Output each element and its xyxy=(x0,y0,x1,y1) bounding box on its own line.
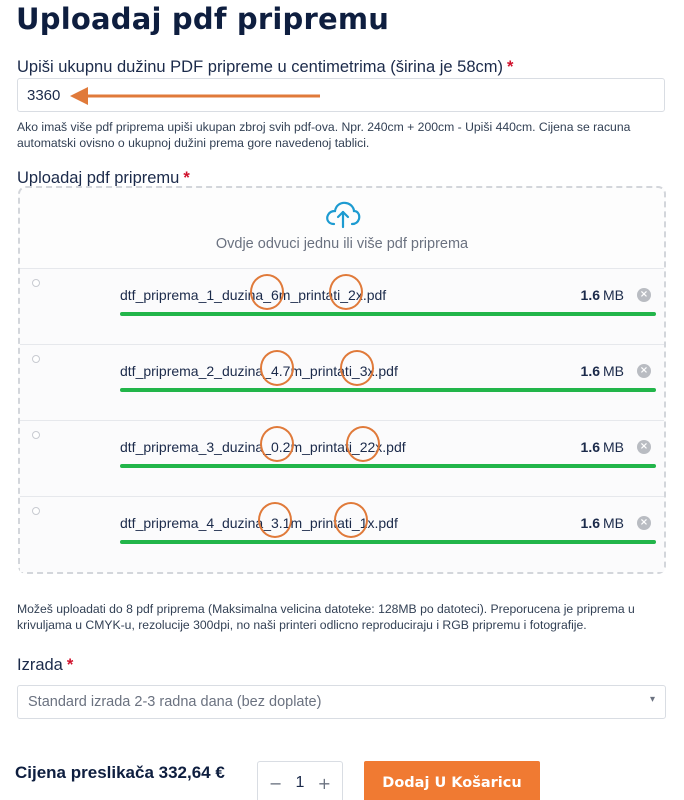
file-select-dot[interactable] xyxy=(32,507,40,515)
required-mark: * xyxy=(66,656,74,674)
file-size-unit: MB xyxy=(603,439,624,455)
upload-progress-fill xyxy=(120,388,656,392)
file-item: dtf_priprema_3_duzina_0.2m_printati_22x.… xyxy=(20,420,664,496)
upload-progress-bar xyxy=(120,464,656,468)
file-name: dtf_priprema_1_duzina_6m_printati_2x.pdf xyxy=(120,287,387,303)
pdf-dropzone[interactable]: Ovdje odvuci jednu ili više pdf priprema… xyxy=(18,186,666,574)
file-size-unit: MB xyxy=(603,515,624,531)
file-size-value: 1.6 xyxy=(580,363,600,379)
file-size-value: 1.6 xyxy=(580,439,600,455)
file-select-dot[interactable] xyxy=(32,355,40,363)
required-mark: * xyxy=(507,58,514,76)
upload-help-text: Možeš uploadati do 8 pdf priprema (Maksi… xyxy=(17,602,635,632)
upload-progress-fill xyxy=(120,464,656,468)
file-item: dtf_priprema_4_duzina_3.1m_printati_1x.p… xyxy=(20,496,664,572)
upload-field-label-text: Uploadaj pdf pripremu xyxy=(17,169,180,187)
file-name: dtf_priprema_2_duzina_4.7m_printati_3x.p… xyxy=(120,363,398,379)
file-item: dtf_priprema_2_duzina_4.7m_printati_3x.p… xyxy=(20,344,664,420)
production-select-value: Standard izrada 2-3 radna dana (bez dopl… xyxy=(28,694,322,710)
page-title: Uploadaj pdf pripremu xyxy=(16,2,390,36)
file-name: dtf_priprema_4_duzina_3.1m_printati_1x.p… xyxy=(120,515,398,531)
file-size: 1.6 MB xyxy=(581,287,624,303)
chevron-down-icon: ▾ xyxy=(649,694,655,705)
price-text: Cijena preslikača 332,64 € xyxy=(15,763,225,782)
upload-progress-fill xyxy=(120,312,656,316)
upload-progress-bar xyxy=(120,388,656,392)
add-to-cart-button[interactable]: Dodaj U Košaricu xyxy=(364,761,540,800)
file-size-unit: MB xyxy=(603,287,624,303)
file-size: 1.6 MB xyxy=(581,439,624,455)
remove-file-icon[interactable]: × xyxy=(637,364,651,378)
file-size-value: 1.6 xyxy=(580,287,600,303)
file-size-unit: MB xyxy=(603,363,624,379)
qty-increase-button[interactable]: + xyxy=(318,774,331,793)
length-field-label-text: Upiši ukupnu dužinu PDF pripreme u centi… xyxy=(17,58,504,76)
production-field-label-text: Izrada xyxy=(17,656,63,674)
upload-progress-fill xyxy=(120,540,656,544)
file-name: dtf_priprema_3_duzina_0.2m_printati_22x.… xyxy=(120,439,406,455)
upload-progress-bar xyxy=(120,540,656,544)
file-size: 1.6 MB xyxy=(581,363,624,379)
annotation-arrow-icon xyxy=(70,87,320,105)
file-item: dtf_priprema_1_duzina_6m_printati_2x.pdf… xyxy=(20,268,664,344)
file-size: 1.6 MB xyxy=(581,515,624,531)
file-select-dot[interactable] xyxy=(32,431,40,439)
upload-progress-bar xyxy=(120,312,656,316)
required-mark: * xyxy=(183,169,190,187)
length-field-label: Upiši ukupnu dužinu PDF pripreme u centi… xyxy=(17,58,513,77)
production-select[interactable]: Standard izrada 2-3 radna dana (bez dopl… xyxy=(17,685,666,719)
remove-file-icon[interactable]: × xyxy=(637,516,651,530)
remove-file-icon[interactable]: × xyxy=(637,440,651,454)
cloud-upload-icon xyxy=(326,201,361,229)
remove-file-icon[interactable]: × xyxy=(637,288,651,302)
production-field-label: Izrada * xyxy=(17,656,73,675)
file-select-dot[interactable] xyxy=(32,279,40,287)
quantity-stepper: − 1 + xyxy=(257,761,343,800)
dropzone-text: Ovdje odvuci jednu ili više pdf priprema xyxy=(215,236,469,252)
file-size-value: 1.6 xyxy=(580,515,600,531)
length-help-text: Ako imaš više pdf priprema upiši ukupan … xyxy=(17,120,631,150)
